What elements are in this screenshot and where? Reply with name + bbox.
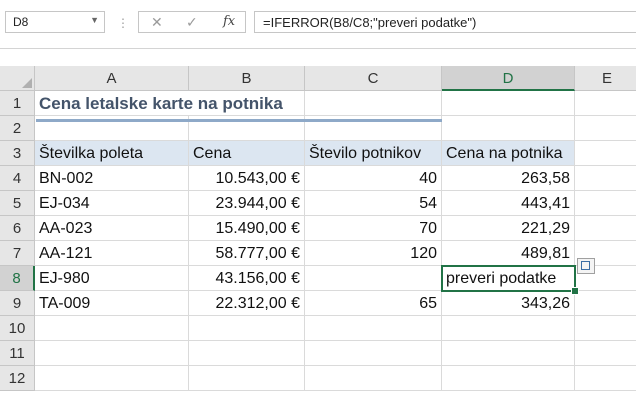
formula-bar: D8 ▼ ⋮ ✕ ✓ fx =IFERROR(B8/C8;"preveri po… — [0, 0, 636, 49]
table-cell-d6[interactable]: 221,29 — [442, 216, 575, 241]
table-cell-b9[interactable]: 22.312,00 € — [189, 291, 305, 316]
table-cell-b5[interactable]: 23.944,00 € — [189, 191, 305, 216]
column-header-d[interactable]: D — [442, 66, 575, 91]
cell-d11[interactable] — [442, 341, 575, 366]
fill-handle[interactable] — [571, 287, 579, 295]
table-cell-d5[interactable]: 443,41 — [442, 191, 575, 216]
cell-d12[interactable] — [442, 366, 575, 391]
row-header-9[interactable]: 9 — [0, 291, 35, 316]
cell-b11[interactable] — [189, 341, 305, 366]
cell-c11[interactable] — [305, 341, 442, 366]
table-cell-c6[interactable]: 70 — [305, 216, 442, 241]
table-cell-a6[interactable]: AA-023 — [35, 216, 189, 241]
enter-icon[interactable]: ✓ — [186, 14, 198, 31]
table-header-b[interactable]: Cena — [189, 141, 305, 166]
table-header-c[interactable]: Število potnikov — [305, 141, 442, 166]
table-cell-a9[interactable]: TA-009 — [35, 291, 189, 316]
formula-input[interactable]: =IFERROR(B8/C8;"preveri podatke") — [254, 11, 636, 33]
cell-d1[interactable] — [442, 91, 575, 116]
column-header-a[interactable]: A — [35, 66, 189, 91]
table-cell-a5[interactable]: EJ-034 — [35, 191, 189, 216]
cell-e11[interactable] — [575, 341, 636, 366]
cell-c12[interactable] — [305, 366, 442, 391]
column-header-e[interactable]: E — [575, 66, 636, 91]
row-header-2[interactable]: 2 — [0, 116, 35, 141]
cell-e6[interactable] — [575, 216, 636, 241]
spreadsheet-grid: A B C D E 1 2 3 4 5 6 7 8 9 10 11 12 Cena letalske karte … — [0, 66, 636, 403]
row-header-6[interactable]: 6 — [0, 216, 35, 241]
table-cell-a4[interactable]: BN-002 — [35, 166, 189, 191]
row-header-5[interactable]: 5 — [0, 191, 35, 216]
table-cell-c9[interactable]: 65 — [305, 291, 442, 316]
cell-e5[interactable] — [575, 191, 636, 216]
cancel-icon[interactable]: ✕ — [151, 14, 163, 31]
table-cell-a8[interactable]: EJ-980 — [35, 266, 189, 291]
chevron-down-icon[interactable]: ▼ — [90, 15, 99, 25]
cell-b12[interactable] — [189, 366, 305, 391]
table-cell-c7[interactable]: 120 — [305, 241, 442, 266]
row-header-10[interactable]: 10 — [0, 316, 35, 341]
cell-c10[interactable] — [305, 316, 442, 341]
cell-e4[interactable] — [575, 166, 636, 191]
paste-options-icon[interactable] — [577, 258, 595, 274]
active-cell-border — [441, 265, 576, 292]
table-header-a[interactable]: Številka poleta — [35, 141, 189, 166]
row-header-8[interactable]: 8 — [0, 266, 35, 291]
table-cell-a7[interactable]: AA-121 — [35, 241, 189, 266]
name-box[interactable]: D8 ▼ — [5, 11, 105, 33]
table-cell-c4[interactable]: 40 — [305, 166, 442, 191]
select-all-button[interactable] — [0, 66, 35, 91]
title-underline — [36, 119, 442, 122]
cell-b10[interactable] — [189, 316, 305, 341]
row-header-7[interactable]: 7 — [0, 241, 35, 266]
more-options-icon[interactable]: ⋮ — [117, 16, 129, 30]
cell-e1[interactable] — [575, 91, 636, 116]
sheet-title[interactable]: Cena letalske karte na potnika — [35, 91, 442, 116]
row-header-11[interactable]: 11 — [0, 341, 35, 366]
cell-e9[interactable] — [575, 291, 636, 316]
column-header-b[interactable]: B — [189, 66, 305, 91]
insert-function-icon[interactable]: fx — [223, 14, 235, 29]
row-header-1[interactable]: 1 — [0, 91, 35, 116]
cell-e2[interactable] — [575, 116, 636, 141]
name-box-value: D8 — [13, 15, 29, 29]
cell-a10[interactable] — [35, 316, 189, 341]
table-cell-d9[interactable]: 343,26 — [442, 291, 575, 316]
column-header-c[interactable]: C — [305, 66, 442, 91]
row-header-3[interactable]: 3 — [0, 141, 35, 166]
table-cell-b4[interactable]: 10.543,00 € — [189, 166, 305, 191]
table-cell-c5[interactable]: 54 — [305, 191, 442, 216]
cell-e3[interactable] — [575, 141, 636, 166]
formula-text: =IFERROR(B8/C8;"preveri podatke") — [263, 15, 477, 30]
cell-e12[interactable] — [575, 366, 636, 391]
table-cell-d4[interactable]: 263,58 — [442, 166, 575, 191]
row-header-4[interactable]: 4 — [0, 166, 35, 191]
table-cell-b7[interactable]: 58.777,00 € — [189, 241, 305, 266]
table-header-d[interactable]: Cena na potnika — [442, 141, 575, 166]
cell-a11[interactable] — [35, 341, 189, 366]
formula-buttons: ✕ ✓ fx — [138, 11, 246, 33]
cell-e10[interactable] — [575, 316, 636, 341]
cell-d10[interactable] — [442, 316, 575, 341]
cell-d2[interactable] — [442, 116, 575, 141]
table-cell-c8[interactable] — [305, 266, 442, 291]
table-cell-d7[interactable]: 489,81 — [442, 241, 575, 266]
cell-a12[interactable] — [35, 366, 189, 391]
table-cell-b6[interactable]: 15.490,00 € — [189, 216, 305, 241]
row-header-12[interactable]: 12 — [0, 366, 35, 391]
table-cell-b8[interactable]: 43.156,00 € — [189, 266, 305, 291]
